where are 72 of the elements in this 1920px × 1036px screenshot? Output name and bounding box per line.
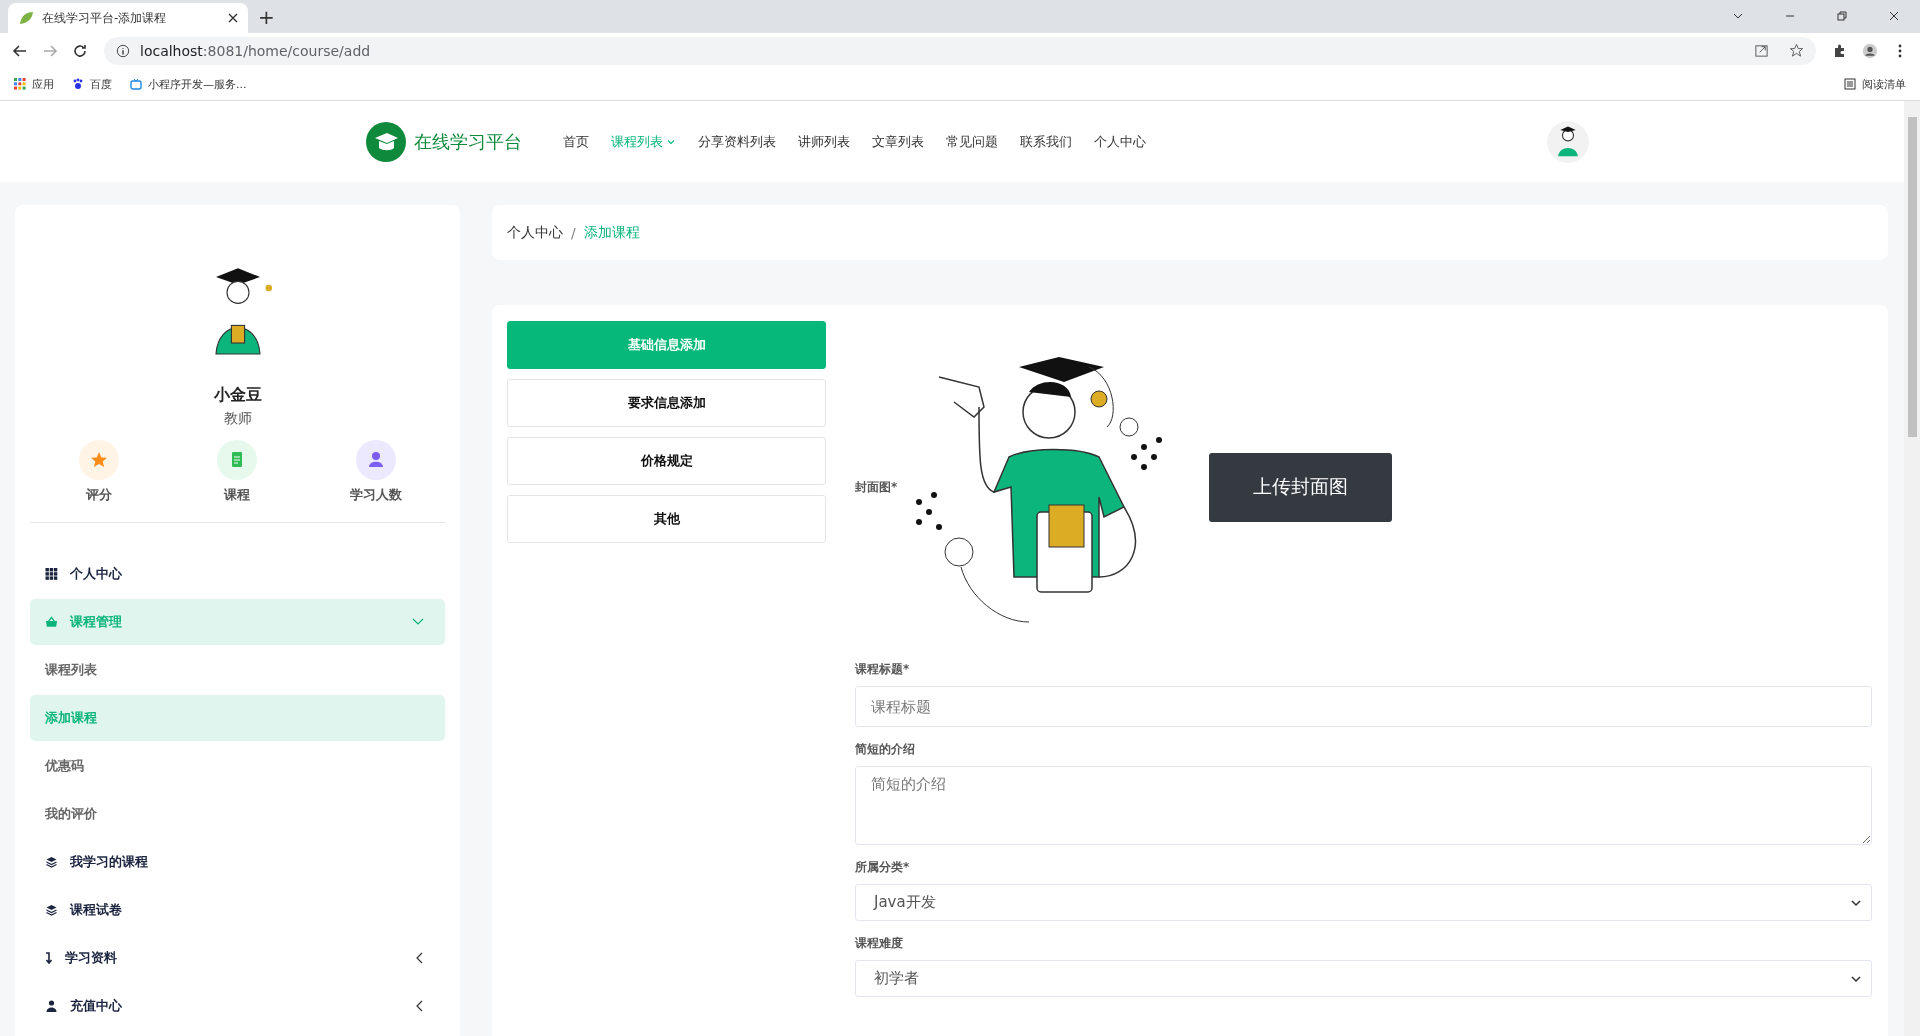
breadcrumb-separator: / [571, 224, 576, 241]
user-icon [45, 1000, 58, 1012]
nav-link[interactable]: 讲师列表 [787, 132, 861, 151]
down-arrow-icon [45, 952, 53, 964]
paw-icon [72, 78, 84, 90]
star-icon[interactable] [1789, 43, 1804, 58]
field-label: 简短的介绍 [855, 741, 916, 758]
menu-item[interactable]: 充值中心 [30, 983, 445, 1029]
nav-link[interactable]: 首页 [552, 132, 600, 151]
select-field[interactable]: Java开发 [855, 884, 1872, 921]
submenu-item[interactable]: 我的评价 [30, 791, 445, 837]
submenu-item[interactable]: 课程列表 [30, 647, 445, 693]
new-tab-button[interactable]: + [258, 6, 275, 28]
tab-title: 在线学习平台-添加课程 [42, 9, 168, 27]
submenu-item[interactable]: 优惠码 [30, 743, 445, 789]
stat-label: 课程 [224, 486, 251, 504]
breadcrumb-link[interactable]: 个人中心 [507, 223, 563, 242]
grid-icon [45, 568, 58, 580]
person-icon [355, 440, 396, 480]
basket-icon [45, 616, 58, 628]
stat-label: 评分 [86, 486, 113, 504]
caret-icon [1851, 974, 1861, 983]
graduation-cap-logo-icon [366, 121, 406, 162]
step-tab[interactable]: 要求信息添加 [507, 379, 826, 427]
field-label: 课程标题* [855, 661, 911, 678]
layers-icon [45, 856, 58, 868]
share-icon[interactable] [1754, 43, 1769, 58]
chevron-left-icon [416, 952, 424, 964]
input-field[interactable]: 课程标题 [855, 686, 1872, 727]
restore-icon[interactable] [1836, 10, 1848, 22]
user-role: 教师 [223, 410, 252, 428]
bookmark-link[interactable]: 百度 [72, 76, 112, 92]
user-name: 小金豆 [213, 385, 262, 406]
upload-cover-button[interactable]: 上传封面图 [1209, 452, 1393, 522]
bookmark-link[interactable]: 小程序开发—服务... [130, 76, 247, 92]
field-label: 所属分类* [855, 859, 911, 876]
close-icon[interactable] [228, 13, 238, 23]
url-text: localhost:8081/home/course/add [140, 42, 371, 59]
chevron-left-icon [416, 1000, 424, 1012]
nav-link[interactable]: 文章列表 [861, 132, 935, 151]
close-icon[interactable] [1888, 10, 1900, 22]
step-tab[interactable]: 价格规定 [507, 437, 826, 485]
scrollbar[interactable] [1904, 101, 1920, 1036]
address-bar[interactable]: localhost:8081/home/course/add [104, 36, 1816, 65]
menu-item[interactable]: 课程试卷 [30, 887, 445, 933]
menu-item[interactable]: 学习资料 [30, 935, 445, 981]
menu-item[interactable]: 个人中心 [30, 551, 445, 597]
tv-icon [130, 78, 142, 90]
nav-link[interactable]: 分享资料列表 [687, 132, 787, 151]
layers-icon [45, 904, 58, 916]
caret-icon [1851, 898, 1861, 907]
document-icon [217, 440, 258, 480]
leaf-icon [18, 10, 34, 26]
bookmark-link[interactable]: 应用 [14, 76, 54, 92]
nav-link[interactable]: 常见问题 [935, 132, 1009, 151]
step-tab[interactable]: 其他 [507, 495, 826, 543]
reading-list-link[interactable]: 阅读清单 [1844, 76, 1906, 92]
brand-name[interactable]: 在线学习平台 [414, 129, 522, 154]
field-label: 课程难度 [855, 935, 904, 952]
select-field[interactable]: 初学者 [855, 960, 1872, 997]
textarea-field[interactable]: 简短的介绍 [855, 766, 1872, 845]
nav-link[interactable]: 联系我们 [1009, 132, 1083, 151]
stat-label: 学习人数 [349, 486, 402, 504]
browser-tab[interactable]: 在线学习平台-添加课程 [8, 3, 248, 33]
apps-grid-icon [14, 78, 26, 90]
info-icon [116, 43, 130, 58]
avatar-icon[interactable] [1546, 119, 1590, 164]
menu-item[interactable]: 我学习的课程 [30, 839, 445, 885]
chevron-down-icon [412, 618, 424, 626]
field-label: 封面图* [855, 478, 898, 496]
nav-link[interactable]: 个人中心 [1083, 132, 1157, 151]
list-icon [1844, 78, 1856, 90]
